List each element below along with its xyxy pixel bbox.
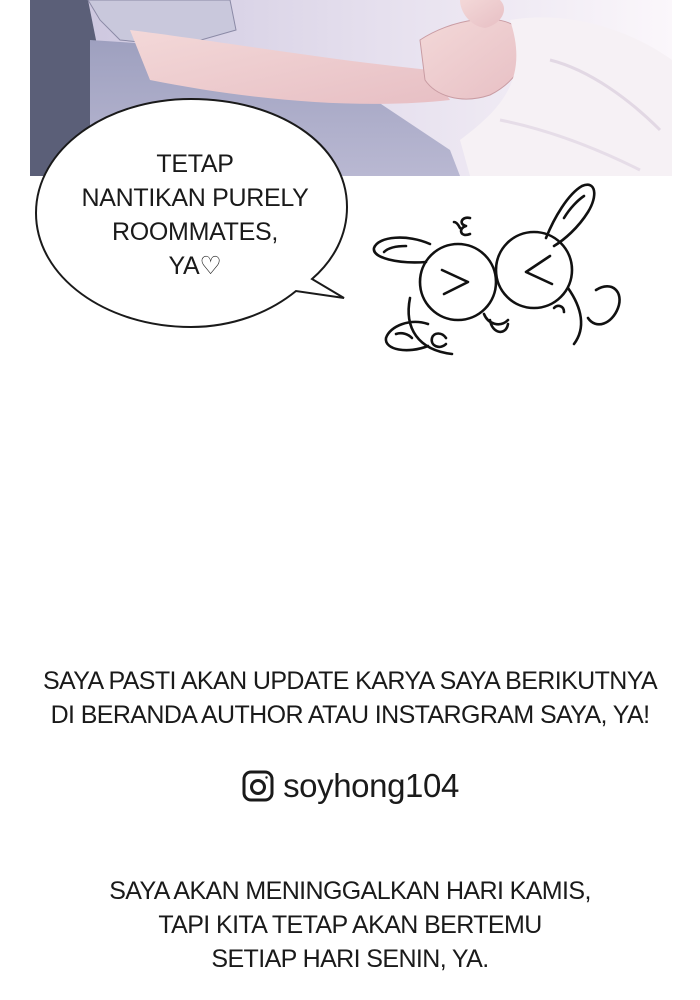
- rabbit-doodle-icon: [368, 178, 628, 362]
- instagram-link[interactable]: soyhong104: [0, 764, 700, 808]
- speech-bubble: TETAP NANTIKAN PURELY ROOMMATES, YA♡: [34, 95, 354, 335]
- comic-page: TETAP NANTIKAN PURELY ROOMMATES, YA♡ SAY…: [0, 0, 700, 1000]
- speech-bubble-text: TETAP NANTIKAN PURELY ROOMMATES, YA♡: [81, 150, 309, 280]
- schedule-notice: SAYA AKAN MENINGGALKAN HARI KAMIS, TAPI …: [109, 877, 591, 973]
- instagram-handle[interactable]: soyhong104: [283, 767, 459, 805]
- update-notice: SAYA PASTI AKAN UPDATE KARYA SAYA BERIKU…: [42, 667, 658, 729]
- instagram-icon: [242, 770, 274, 802]
